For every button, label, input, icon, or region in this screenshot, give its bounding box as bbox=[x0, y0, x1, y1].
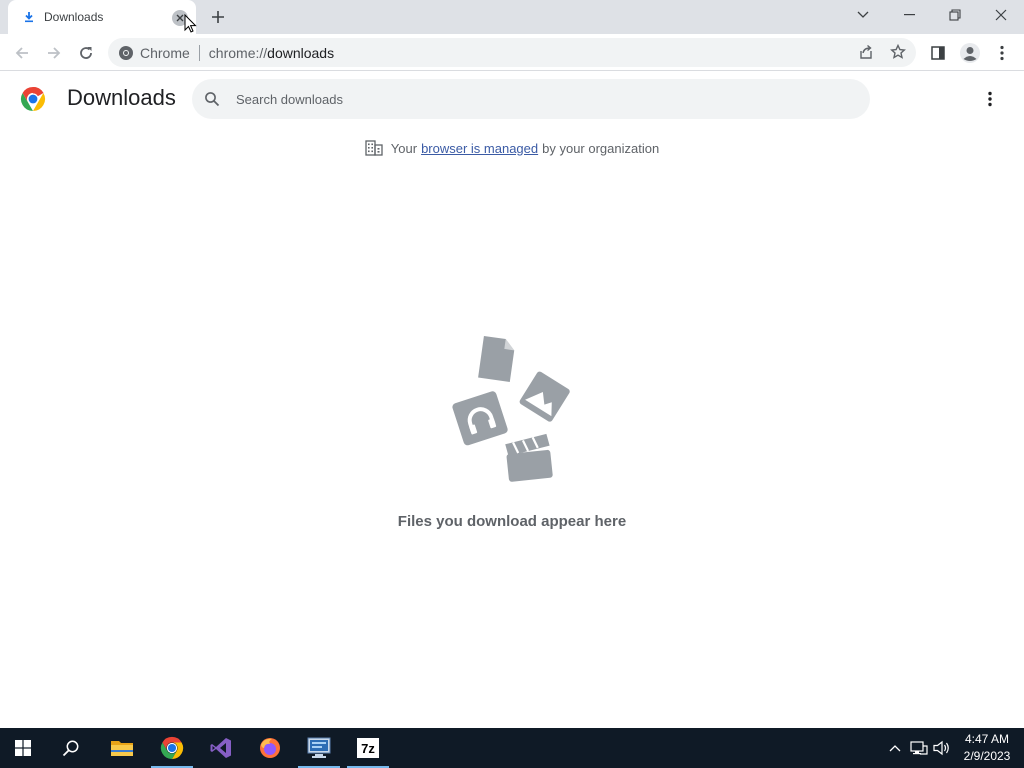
taskbar-visual-studio[interactable] bbox=[198, 728, 244, 768]
minimize-button[interactable] bbox=[886, 0, 932, 30]
taskbar-firefox[interactable] bbox=[247, 728, 293, 768]
network-button[interactable] bbox=[907, 728, 931, 768]
start-button[interactable] bbox=[0, 728, 46, 768]
restore-icon bbox=[949, 9, 961, 21]
7zip-icon: 7z bbox=[357, 738, 379, 758]
minimize-icon bbox=[903, 14, 915, 16]
omnibox-separator bbox=[198, 44, 200, 61]
side-panel-icon bbox=[931, 46, 945, 60]
visual-studio-icon bbox=[210, 738, 231, 758]
forward-button[interactable] bbox=[40, 39, 68, 67]
7zip-label: 7z bbox=[361, 740, 375, 756]
firefox-icon bbox=[260, 738, 280, 758]
download-icon bbox=[22, 10, 36, 24]
file-explorer-icon bbox=[111, 741, 133, 756]
search-input[interactable] bbox=[236, 91, 836, 107]
downloads-search[interactable] bbox=[192, 79, 870, 119]
forward-arrow-icon bbox=[48, 47, 61, 59]
taskbar-7zip[interactable]: 7z bbox=[345, 728, 391, 768]
restore-button[interactable] bbox=[932, 0, 978, 30]
close-icon bbox=[995, 9, 1007, 21]
taskbar-file-explorer[interactable] bbox=[99, 728, 145, 768]
more-vertical-icon bbox=[988, 91, 992, 107]
browser-toolbar: Chrome chrome://downloads bbox=[0, 34, 1024, 71]
managed-prefix: Your bbox=[390, 140, 418, 156]
plus-icon bbox=[212, 11, 224, 23]
document-icon bbox=[478, 335, 515, 383]
image-icon bbox=[519, 371, 570, 422]
taskbar-remote-desktop[interactable] bbox=[296, 728, 342, 768]
chrome-site-icon bbox=[118, 45, 134, 61]
screen: Downloads Chrome chrome://downloads Down… bbox=[0, 0, 1024, 768]
tray-overflow-button[interactable] bbox=[884, 728, 906, 768]
network-icon bbox=[910, 741, 928, 755]
side-panel-button[interactable] bbox=[924, 39, 952, 67]
tab-downloads[interactable]: Downloads bbox=[8, 0, 197, 34]
building-icon bbox=[365, 140, 383, 156]
empty-downloads-illustration bbox=[445, 332, 585, 487]
bookmark-button[interactable] bbox=[886, 40, 910, 64]
search-icon bbox=[62, 740, 79, 757]
avatar-icon bbox=[960, 43, 980, 63]
volume-button[interactable] bbox=[931, 728, 953, 768]
back-arrow-icon bbox=[15, 47, 28, 59]
taskbar-chrome[interactable] bbox=[149, 728, 195, 768]
clock-time: 4:47 AM bbox=[964, 732, 1010, 746]
chevron-down-icon bbox=[857, 11, 869, 18]
headphones-icon bbox=[452, 391, 508, 446]
omnibox-url-path: downloads bbox=[267, 44, 335, 61]
reload-icon bbox=[80, 47, 92, 59]
page-title: Downloads bbox=[67, 85, 176, 110]
remote-desktop-icon bbox=[307, 737, 331, 758]
omnibox-url-scheme: chrome:// bbox=[208, 44, 268, 61]
tab-strip: Downloads bbox=[0, 0, 1024, 34]
chevron-up-icon bbox=[889, 745, 901, 752]
back-button[interactable] bbox=[8, 39, 36, 67]
new-tab-button[interactable] bbox=[206, 5, 230, 29]
taskbar: 7z 4:47 AM 2/9/2023 bbox=[0, 728, 1024, 768]
omnibox-url: chrome://downloads bbox=[209, 45, 334, 61]
more-vertical-icon bbox=[1000, 45, 1004, 61]
omnibox-site-label: Chrome bbox=[140, 44, 190, 61]
profile-button[interactable] bbox=[956, 39, 984, 67]
close-icon bbox=[176, 14, 184, 22]
taskbar-search-button[interactable] bbox=[48, 728, 94, 768]
omnibox[interactable]: Chrome chrome://downloads bbox=[108, 38, 916, 67]
star-icon bbox=[890, 44, 906, 59]
reload-button[interactable] bbox=[72, 39, 100, 67]
managed-suffix: by your organization bbox=[542, 140, 660, 156]
managed-notice: Your browser is managed by your organiza… bbox=[0, 140, 1024, 156]
browser-menu-button[interactable] bbox=[988, 39, 1016, 67]
close-window-button[interactable] bbox=[978, 0, 1024, 30]
chrome-logo-icon bbox=[20, 86, 46, 112]
tab-search-button[interactable] bbox=[840, 0, 886, 30]
empty-state-message: Files you download appear here bbox=[397, 513, 627, 530]
chrome-icon bbox=[160, 736, 184, 760]
managed-link[interactable]: browser is managed bbox=[421, 141, 538, 156]
volume-icon bbox=[933, 740, 949, 756]
clock-date: 2/9/2023 bbox=[963, 749, 1011, 763]
search-icon bbox=[204, 91, 220, 107]
mouse-cursor-icon bbox=[184, 14, 197, 33]
start-icon bbox=[15, 740, 31, 756]
share-button[interactable] bbox=[854, 40, 878, 64]
downloads-menu-button[interactable] bbox=[978, 87, 1002, 111]
share-icon bbox=[860, 44, 872, 59]
taskbar-clock[interactable]: 4:47 AM 2/9/2023 bbox=[956, 731, 1018, 765]
video-icon bbox=[505, 433, 553, 482]
